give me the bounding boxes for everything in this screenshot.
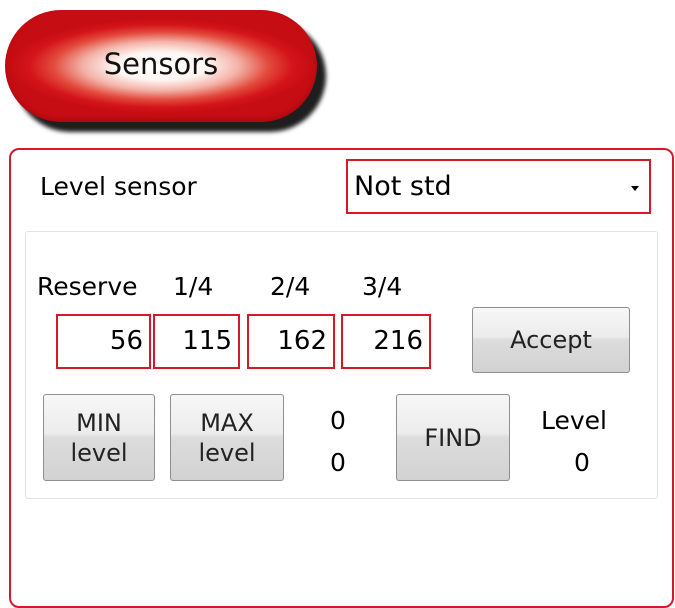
min-level-value: 0 [330, 406, 346, 435]
min-level-button[interactable]: MIN level [43, 394, 155, 481]
max-level-line2: level [198, 438, 256, 467]
reserve-value-field[interactable]: 56 [56, 314, 151, 369]
level-readout-label: Level [541, 406, 607, 435]
quarter-1-value-field[interactable]: 115 [153, 314, 240, 369]
label-quarter-3: 3/4 [362, 272, 403, 301]
quarter-2-value-field[interactable]: 162 [247, 314, 335, 369]
level-sensor-select[interactable]: Not std [346, 159, 651, 214]
max-level-button[interactable]: MAX level [170, 394, 284, 481]
label-quarter-2: 2/4 [270, 272, 311, 301]
chevron-down-icon[interactable] [631, 186, 639, 191]
label-reserve: Reserve [37, 272, 138, 301]
sensors-header-tab[interactable]: Sensors [5, 10, 317, 122]
find-button[interactable]: FIND [396, 394, 510, 481]
max-level-line1: MAX [200, 408, 254, 437]
accept-button-label: Accept [510, 326, 592, 354]
level-sensor-selected-value: Not std [354, 171, 452, 202]
sensors-header-title: Sensors [103, 47, 219, 81]
label-quarter-1: 1/4 [173, 272, 214, 301]
level-sensor-label: Level sensor [40, 172, 197, 201]
min-level-line2: level [70, 438, 128, 467]
quarter-3-value-field[interactable]: 216 [341, 314, 431, 369]
min-level-line1: MIN [76, 408, 122, 437]
find-button-label: FIND [424, 423, 482, 452]
level-readout-value: 0 [574, 448, 590, 477]
accept-button[interactable]: Accept [472, 307, 630, 373]
max-level-value: 0 [330, 448, 346, 477]
